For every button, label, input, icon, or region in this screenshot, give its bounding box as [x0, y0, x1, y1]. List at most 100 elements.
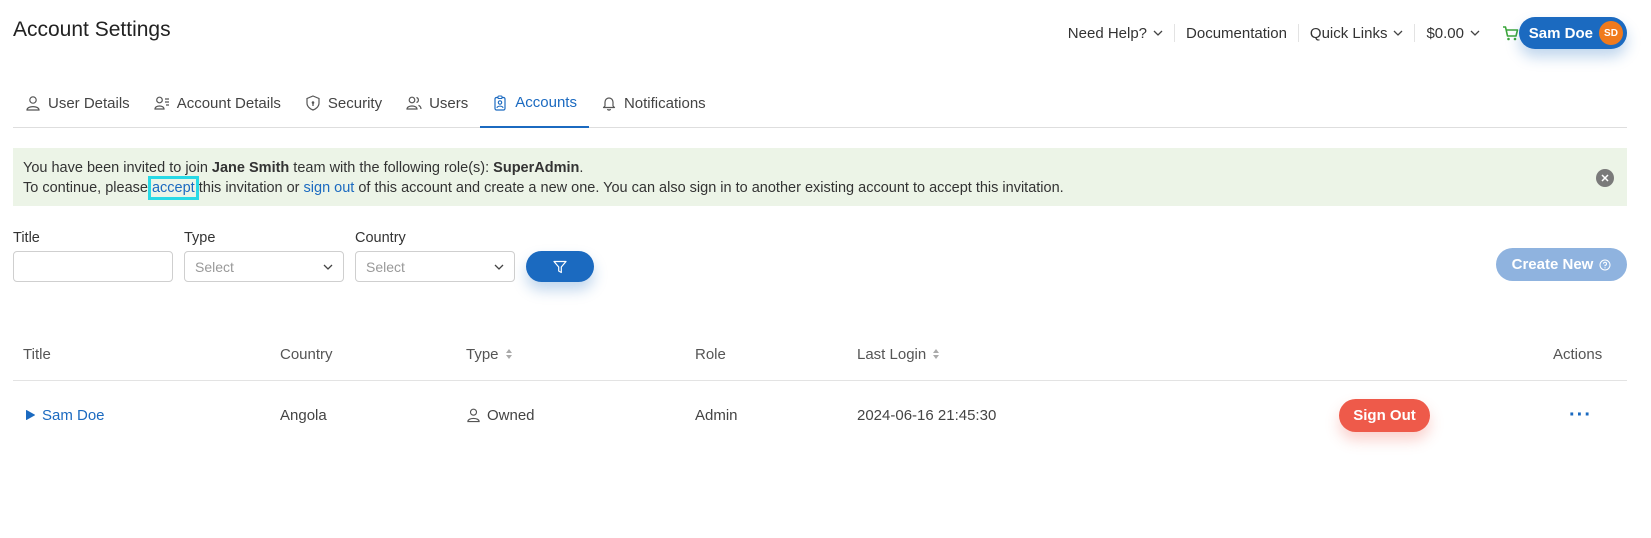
filter-icon — [553, 260, 567, 273]
cell-value: 2024-06-16 21:45:30 — [857, 406, 997, 424]
header-label: Country — [280, 345, 333, 363]
shield-icon — [306, 95, 320, 111]
row-actions: ··· — [1569, 381, 1592, 449]
accept-invitation-link[interactable]: accept — [148, 176, 199, 200]
cart-icon — [1503, 25, 1519, 40]
need-help-label: Need Help? — [1067, 24, 1148, 42]
alert-text: You have been invited to join — [23, 160, 212, 176]
row-sign-out: Sign Out — [1339, 381, 1430, 449]
need-help-menu[interactable]: Need Help? — [1057, 24, 1176, 42]
header-actions: Actions — [1553, 328, 1602, 380]
user-icon — [26, 96, 40, 111]
close-alert-button[interactable] — [1596, 169, 1614, 187]
alert-line-1: You have been invited to join Jane Smith… — [23, 158, 1617, 178]
tab-account-details[interactable]: Account Details — [142, 79, 293, 127]
badge-icon — [494, 94, 506, 111]
alert-line-2: To continue, please accept this invitati… — [23, 176, 1617, 200]
header-last-login[interactable]: Last Login — [857, 328, 940, 380]
page-title: Account Settings — [13, 18, 171, 41]
user-name: Sam Doe — [1528, 24, 1593, 42]
country-select-placeholder: Select — [366, 258, 405, 275]
documentation-link[interactable]: Documentation — [1175, 24, 1299, 42]
settings-tabs: User Details Account Details Security Us… — [13, 79, 1627, 128]
row-type: Owned — [466, 381, 535, 449]
title-filter-label: Title — [13, 230, 40, 246]
header-title: Title — [23, 328, 51, 380]
balance-menu[interactable]: $0.00 — [1415, 24, 1491, 42]
cell-value: Angola — [280, 406, 327, 424]
header-country: Country — [280, 328, 333, 380]
account-title-link[interactable]: Sam Doe — [42, 407, 105, 424]
alert-text: team with the following role(s): — [289, 160, 494, 176]
caret-right-icon — [26, 410, 35, 420]
country-filter: Country Select — [355, 230, 515, 282]
user-icon — [467, 408, 480, 423]
cell-value: Admin — [695, 406, 738, 424]
tab-label: Accounts — [515, 94, 577, 111]
balance-amount: $0.00 — [1426, 24, 1464, 42]
tab-user-details[interactable]: User Details — [13, 79, 142, 127]
header-label: Actions — [1553, 345, 1603, 363]
alert-text: . — [579, 160, 584, 176]
row-last-login: 2024-06-16 21:45:30 — [857, 381, 996, 449]
create-new-label: Create New — [1511, 256, 1594, 273]
chevron-down-icon — [1393, 30, 1403, 36]
more-actions-icon[interactable]: ··· — [1569, 404, 1592, 427]
alert-text: of this account and create a new one. Yo… — [354, 180, 1064, 196]
sign-out-link[interactable]: sign out — [304, 180, 355, 196]
sort-icon — [933, 349, 940, 359]
avatar: SD — [1599, 21, 1623, 45]
tab-label: Notifications — [623, 94, 706, 112]
top-navigation: Need Help? Documentation Quick Links $0.… — [1057, 18, 1547, 48]
table-row: Sam Doe Angola Owned Admin 2024-06-16 21… — [13, 381, 1627, 449]
header-label: Last Login — [857, 345, 927, 363]
chevron-down-icon — [1470, 30, 1480, 36]
row-role: Admin — [695, 381, 738, 449]
tab-notifications[interactable]: Notifications — [589, 79, 718, 127]
chevron-down-icon — [494, 264, 504, 270]
header-role: Role — [695, 328, 726, 380]
tab-security[interactable]: Security — [293, 79, 394, 127]
close-icon — [1601, 174, 1609, 182]
type-filter: Type Select — [184, 230, 344, 282]
quick-links-label: Quick Links — [1309, 24, 1388, 42]
user-menu-button[interactable]: Sam Doe SD — [1519, 17, 1627, 49]
tab-users[interactable]: Users — [394, 79, 480, 127]
title-filter: Title — [13, 230, 173, 282]
tab-label: Security — [327, 94, 383, 112]
row-country: Angola — [280, 381, 327, 449]
tab-label: User Details — [48, 94, 130, 112]
row-title[interactable]: Sam Doe — [25, 381, 105, 449]
country-filter-label: Country — [355, 230, 406, 246]
title-input[interactable] — [13, 251, 173, 282]
users-icon — [406, 96, 422, 110]
chevron-down-icon — [1153, 30, 1163, 36]
sort-icon — [505, 349, 512, 359]
chevron-down-icon — [323, 264, 333, 270]
account-details-icon — [154, 96, 169, 110]
filters-bar: Title Type Select Country Select — [13, 230, 594, 282]
country-select[interactable]: Select — [355, 251, 515, 282]
alert-text: To continue, please — [23, 180, 152, 196]
type-filter-label: Type — [184, 230, 216, 246]
help-circle-icon — [1599, 259, 1611, 270]
header-label: Type — [466, 345, 499, 363]
quick-links-menu[interactable]: Quick Links — [1299, 24, 1416, 42]
header-type[interactable]: Type — [466, 328, 513, 380]
tab-label: Account Details — [176, 94, 281, 112]
header-label: Title — [23, 345, 51, 363]
cell-value: Owned — [487, 406, 535, 424]
table-header: Title Country Type Role Last Login Actio… — [13, 328, 1627, 381]
type-select[interactable]: Select — [184, 251, 344, 282]
sign-out-button[interactable]: Sign Out — [1339, 398, 1430, 432]
invitation-alert: You have been invited to join Jane Smith… — [13, 148, 1627, 206]
alert-text: this invitation or — [194, 180, 304, 196]
type-select-placeholder: Select — [195, 258, 234, 275]
tab-label: Users — [429, 94, 469, 112]
bell-icon — [602, 97, 616, 111]
create-new-button[interactable]: Create New — [1496, 248, 1627, 281]
apply-filter-button[interactable] — [526, 251, 594, 282]
accounts-table: Title Country Type Role Last Login Actio… — [13, 328, 1627, 449]
tab-accounts[interactable]: Accounts — [480, 79, 589, 128]
inviter-name: Jane Smith — [211, 160, 290, 176]
